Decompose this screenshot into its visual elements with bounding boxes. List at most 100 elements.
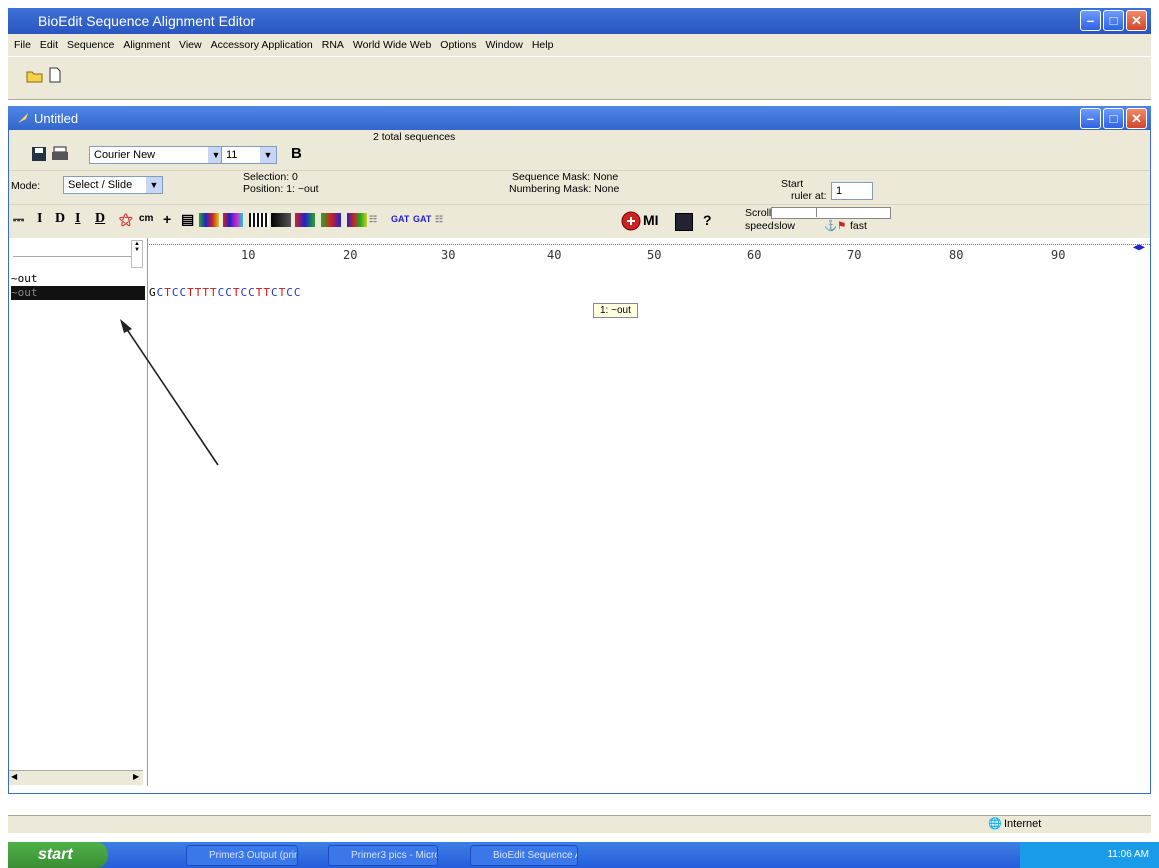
menu-sequence[interactable]: Sequence — [67, 39, 114, 51]
child-maximize-button[interactable]: □ — [1103, 108, 1124, 129]
menu-rna[interactable]: RNA — [322, 39, 344, 51]
scroll-right-icon[interactable]: ◀▶ — [1133, 242, 1145, 253]
menu-help[interactable]: Help — [532, 39, 554, 51]
lock-sequence-icon[interactable]: ⚝ — [119, 211, 133, 227]
sequence-base[interactable]: T — [263, 286, 271, 299]
sequence-base[interactable]: T — [210, 286, 218, 299]
internet-zone-label: Internet — [1004, 818, 1042, 830]
color-stripes-icon[interactable] — [347, 213, 367, 227]
menu-view[interactable]: View — [179, 39, 202, 51]
ruler-ticks — [147, 238, 1150, 245]
sequence-base[interactable]: T — [202, 286, 210, 299]
mi-label[interactable]: MI — [643, 212, 659, 228]
stop-icon[interactable] — [621, 211, 641, 231]
color-mode-icon[interactable] — [199, 213, 219, 227]
sequence-name-row[interactable]: ~out — [11, 272, 145, 286]
new-document-icon[interactable] — [48, 67, 62, 83]
ruler-icon[interactable]: ▤ — [181, 211, 194, 227]
mini-text-icon[interactable]: ☷ — [369, 211, 377, 227]
menu-options[interactable]: Options — [440, 39, 476, 51]
mode-toolbar: Mode: Select / Slide ▼ Selection: 0 Posit… — [9, 170, 1150, 205]
sequence-mask: Sequence Mask: None — [512, 171, 619, 183]
taskbar-item[interactable]: Primer3 Output (prim... — [186, 845, 298, 866]
close-button[interactable]: ✕ — [1126, 10, 1147, 31]
sequence-base[interactable]: T — [187, 286, 195, 299]
annotation-arrow-icon — [120, 319, 219, 466]
slow-label: slow — [774, 220, 796, 232]
sequence-base[interactable]: C — [271, 286, 279, 299]
gat-icon[interactable]: GAT — [391, 211, 409, 227]
menu-edit[interactable]: Edit — [40, 39, 58, 51]
shade-icon[interactable] — [249, 213, 269, 227]
name-pane-scroll-spinner[interactable]: ▲ ▼ — [131, 240, 143, 268]
sequence-base[interactable]: C — [286, 286, 294, 299]
color-bars-icon[interactable] — [321, 213, 341, 227]
taskbar-item[interactable]: BioEdit Sequence Al... — [470, 845, 578, 866]
scroll-right-icon[interactable]: ▶ — [133, 772, 139, 781]
mode-label: Mode: — [11, 180, 41, 192]
clock: 11:06 AM — [1107, 849, 1149, 860]
font-name-select[interactable]: Courier New ▼ — [89, 146, 225, 164]
matrix-icon[interactable] — [675, 213, 693, 231]
name-pane-hscrollbar[interactable]: ◀ ▶ — [9, 770, 143, 785]
scroll-left-icon[interactable]: ◀ — [11, 772, 17, 781]
help-icon[interactable]: ? — [703, 212, 712, 228]
sequence-tooltip: 1: ~out — [593, 303, 638, 318]
bold-toggle-icon[interactable]: B — [291, 146, 302, 162]
insert-gap-icon[interactable]: I — [75, 211, 80, 227]
print-icon[interactable] — [51, 146, 69, 162]
child-minimize-button[interactable]: – — [1080, 108, 1101, 129]
insert-icon[interactable]: I — [37, 211, 42, 227]
font-size-select[interactable]: 11 ▼ — [221, 146, 277, 164]
bioedit-doc-icon — [18, 113, 28, 123]
ruler-tick: 60 — [747, 248, 762, 262]
sequence-base[interactable]: C — [248, 286, 256, 299]
sequence-base[interactable]: G — [149, 286, 157, 299]
mode-value: Select / Slide — [68, 179, 133, 191]
font-size-value: 11 — [226, 149, 238, 161]
gat-cat-icon[interactable]: GAT — [413, 211, 431, 227]
sequence-base[interactable]: T — [233, 286, 241, 299]
color-blocks-icon[interactable] — [223, 213, 243, 227]
sequence-base[interactable]: T — [164, 286, 172, 299]
crosshair-icon[interactable]: + — [163, 211, 171, 227]
save-icon[interactable] — [31, 146, 47, 162]
rainbow-icon[interactable] — [295, 213, 315, 227]
menu-file[interactable]: File — [14, 39, 31, 51]
start-button[interactable]: start — [8, 842, 108, 868]
menu-world-wide-web[interactable]: World Wide Web — [353, 39, 431, 51]
sequence-base[interactable]: C — [225, 286, 233, 299]
sequence-base[interactable]: C — [294, 286, 302, 299]
menu-bar: File Edit Sequence Alignment View Access… — [8, 34, 1151, 56]
child-close-button[interactable]: ✕ — [1126, 108, 1147, 129]
black-bg-icon[interactable] — [271, 213, 291, 227]
taskbar-item[interactable]: Primer3 pics - Microso... — [328, 845, 438, 866]
child-title-bar: Untitled – □ ✕ — [8, 106, 1151, 130]
tiny-text-icon[interactable]: ☷ — [435, 211, 443, 227]
menu-accessory-application[interactable]: Accessory Application — [211, 39, 313, 51]
scroll-label: Scroll — [745, 207, 772, 219]
child-title: Untitled — [34, 111, 79, 126]
lock-icon[interactable]: ⎓ — [13, 211, 24, 227]
sequence-base[interactable]: C — [241, 286, 249, 299]
menu-window[interactable]: Window — [485, 39, 522, 51]
menu-alignment[interactable]: Alignment — [123, 39, 170, 51]
sequence-text[interactable]: GCTCCTTTTCCTCCTTCTCC — [149, 286, 302, 299]
maximize-button[interactable]: □ — [1103, 10, 1124, 31]
scroll-speed-thumb[interactable] — [776, 208, 817, 217]
ruler-tick: 10 — [241, 248, 256, 262]
internet-zone-icon: 🌐 — [988, 818, 1002, 830]
open-folder-icon[interactable] — [26, 69, 44, 83]
sequence-base[interactable]: C — [180, 286, 188, 299]
minimize-button[interactable]: – — [1080, 10, 1101, 31]
ruler-start-input[interactable]: 1 — [831, 182, 873, 200]
ruler-start-value: 1 — [836, 185, 843, 197]
delete-gap-icon[interactable]: D — [95, 211, 105, 227]
delete-icon[interactable]: D — [55, 211, 65, 227]
ruler-tick: 30 — [441, 248, 456, 262]
scroll-speed-slider[interactable] — [771, 207, 891, 219]
mode-select[interactable]: Select / Slide ▼ — [63, 176, 163, 194]
sequence-name-row-selected[interactable]: ~out — [11, 286, 145, 300]
sequence-base[interactable]: C — [172, 286, 180, 299]
consensus-icon[interactable]: cm — [139, 211, 153, 227]
